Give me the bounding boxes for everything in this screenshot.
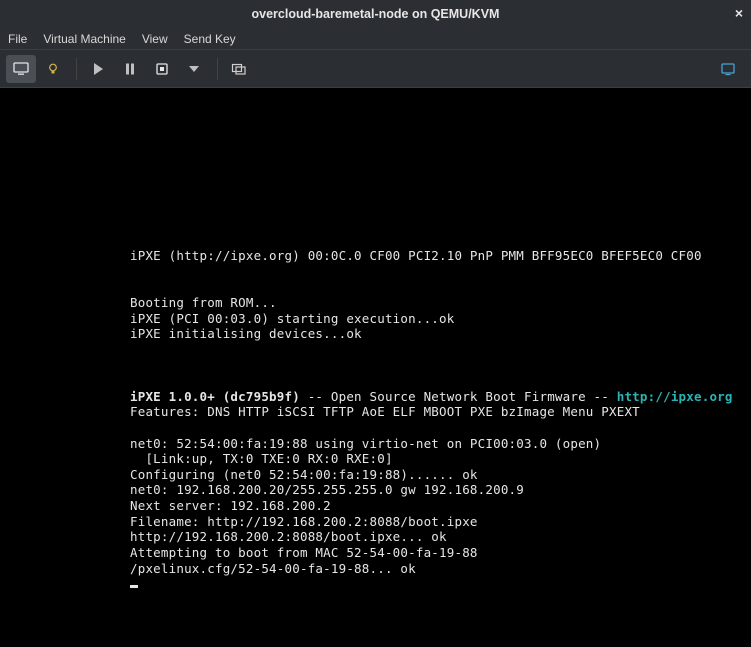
vm-console[interactable]: iPXE (http://ipxe.org) 00:0C.0 CF00 PCI2… bbox=[0, 88, 751, 647]
toolbar-separator bbox=[217, 58, 218, 80]
stop-icon bbox=[154, 61, 170, 77]
menu-file[interactable]: File bbox=[8, 32, 27, 46]
pause-button[interactable] bbox=[115, 55, 145, 83]
close-icon[interactable]: × bbox=[735, 6, 743, 20]
console-line: iPXE initialising devices...ok bbox=[130, 326, 362, 341]
console-line: Configuring (net0 52:54:00:fa:19:88)....… bbox=[130, 467, 478, 482]
play-button[interactable] bbox=[83, 55, 113, 83]
pause-icon bbox=[122, 61, 138, 77]
show-console-button[interactable] bbox=[6, 55, 36, 83]
console-line: net0: 52:54:00:fa:19:88 using virtio-net… bbox=[130, 436, 601, 451]
console-line: Attempting to boot from MAC 52-54-00-fa-… bbox=[130, 545, 478, 560]
console-line: iPXE (PCI 00:03.0) starting execution...… bbox=[130, 311, 454, 326]
console-line: Next server: 192.168.200.2 bbox=[130, 498, 331, 513]
snapshot-icon bbox=[231, 61, 247, 77]
monitor-icon bbox=[13, 61, 29, 77]
console-line: Booting from ROM... bbox=[130, 295, 277, 310]
console-line: net0: 192.168.200.20/255.255.255.0 gw 19… bbox=[130, 482, 524, 497]
console-line: -- Open Source Network Boot Firmware -- bbox=[300, 389, 617, 404]
toolbar-separator bbox=[76, 58, 77, 80]
shutdown-button[interactable] bbox=[147, 55, 177, 83]
fullscreen-icon bbox=[720, 61, 736, 77]
ipxe-link: http://ipxe.org bbox=[617, 389, 733, 404]
lightbulb-icon bbox=[45, 61, 61, 77]
console-line: iPXE (http://ipxe.org) 00:0C.0 CF00 PCI2… bbox=[130, 248, 702, 263]
cursor-icon bbox=[130, 585, 138, 588]
chevron-down-icon bbox=[186, 61, 202, 77]
window-titlebar: overcloud-baremetal-node on QEMU/KVM × bbox=[0, 0, 751, 28]
show-details-button[interactable] bbox=[38, 55, 68, 83]
console-line: iPXE 1.0.0+ (dc795b9f) bbox=[130, 389, 300, 404]
console-line: Filename: http://192.168.200.2:8088/boot… bbox=[130, 514, 478, 529]
menubar: File Virtual Machine View Send Key bbox=[0, 28, 751, 50]
play-icon bbox=[90, 61, 106, 77]
window-title: overcloud-baremetal-node on QEMU/KVM bbox=[252, 7, 500, 21]
menu-virtual-machine[interactable]: Virtual Machine bbox=[43, 32, 126, 46]
menu-send-key[interactable]: Send Key bbox=[184, 32, 236, 46]
console-line: [Link:up, TX:0 TXE:0 RX:0 RXE:0] bbox=[130, 451, 393, 466]
shutdown-menu-button[interactable] bbox=[179, 55, 209, 83]
fullscreen-button[interactable] bbox=[713, 55, 743, 83]
console-line: Features: DNS HTTP iSCSI TFTP AoE ELF MB… bbox=[130, 404, 640, 419]
menu-view[interactable]: View bbox=[142, 32, 168, 46]
console-line: /pxelinux.cfg/52-54-00-fa-19-88... ok bbox=[130, 561, 416, 576]
snapshots-button[interactable] bbox=[224, 55, 254, 83]
console-line: http://192.168.200.2:8088/boot.ipxe... o… bbox=[130, 529, 447, 544]
toolbar bbox=[0, 50, 751, 88]
